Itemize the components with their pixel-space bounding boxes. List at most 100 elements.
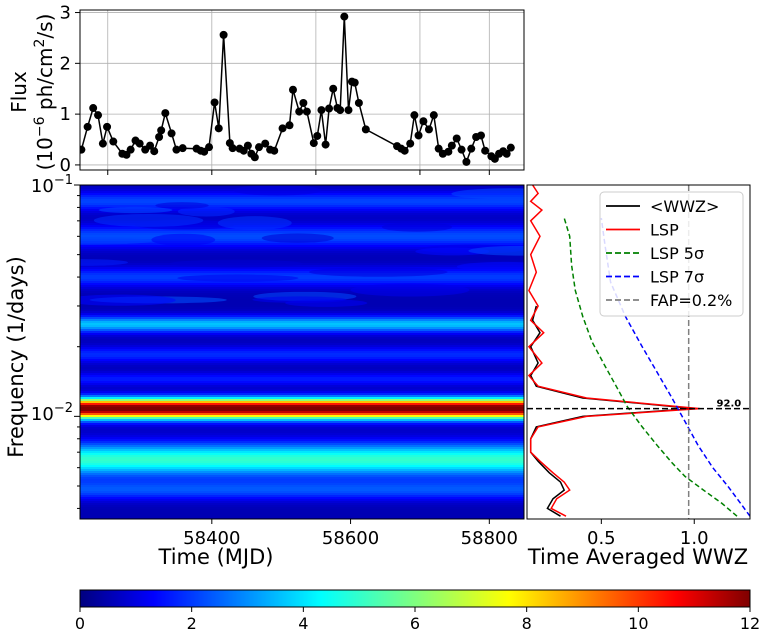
lightcurve-point: [80, 145, 86, 154]
lightcurve-point: [414, 131, 423, 140]
lightcurve-point: [344, 106, 353, 115]
lightcurve-point: [467, 144, 476, 153]
lightcurve-ytick-label-1: 1: [60, 104, 71, 125]
heatmap-texture-blob: [93, 213, 204, 227]
heatmap-texture-blob: [451, 188, 524, 200]
lightcurve-point: [94, 111, 103, 120]
peak-annotation: 92.0: [717, 399, 742, 410]
lightcurve-point: [361, 125, 370, 134]
lightcurve-point: [295, 107, 304, 116]
lightcurve-point: [317, 106, 326, 115]
lightcurve-point: [321, 140, 330, 149]
colorbar-tick-label-0: 0: [75, 614, 85, 633]
legend-label-1: LSP: [650, 221, 679, 240]
lightcurve-point: [447, 141, 456, 150]
colorbar-tick-label-4: 8: [522, 614, 532, 633]
heatmap-texture-blob: [98, 206, 173, 214]
colorbar-gradient: [79, 589, 751, 608]
lightcurve-point: [103, 122, 112, 131]
heatmap-texture-blob: [456, 261, 524, 272]
wwz-xlabel: Time (MJD): [158, 545, 274, 569]
lightcurve-point: [309, 139, 318, 148]
lightcurve-point: [214, 124, 223, 133]
lightcurve-point: [350, 78, 359, 87]
heatmap-texture-blob: [381, 222, 453, 232]
heatmap-texture-blob: [252, 296, 347, 303]
lightcurve-point: [126, 145, 135, 154]
heatmap-texture-blob: [261, 233, 334, 243]
lightcurve-point: [150, 147, 159, 156]
heatmap-texture-blob: [151, 233, 216, 246]
lightcurve-point: [270, 146, 279, 155]
lightcurve-ylabel-line2: (10−6 ph/cm2/s): [32, 14, 57, 171]
lightcurve-ytick-label-3: 3: [60, 3, 71, 24]
heatmap-texture-blob: [217, 216, 292, 230]
lightcurve-point: [400, 146, 409, 155]
figure: 0123 Flux (10−6 ph/cm2/s) 58400 58600 5880…: [4, 3, 760, 633]
colorbar-tick-label-1: 2: [187, 614, 197, 633]
legend-label-0: <WWZ>: [650, 197, 719, 216]
lightcurve-point: [325, 104, 334, 113]
heatmap-texture-blob: [177, 274, 299, 282]
colorbar-tick-label-2: 4: [298, 614, 308, 633]
ytick-label-1e-2: 10−2: [31, 401, 73, 425]
lightcurve-point: [205, 143, 214, 152]
lightcurve-ytick-label-2: 2: [60, 53, 71, 74]
lightcurve-point: [329, 84, 338, 93]
heatmap-texture-blob: [233, 185, 322, 196]
time-averaged-xlabel: Time Averaged WWZ: [527, 545, 748, 569]
heatmap-texture-blob: [80, 259, 128, 266]
lightcurve-point: [178, 144, 187, 153]
lightcurve-point: [135, 139, 144, 148]
lightcurve-panel: 0123 Flux (10−6 ph/cm2/s): [7, 3, 525, 176]
heatmap-texture-blob: [308, 267, 448, 277]
heatmap-texture-blob: [80, 294, 176, 306]
lightcurve-point: [336, 106, 345, 115]
lightcurve-ylabel-line1: Flux: [7, 71, 31, 113]
lightcurve-point: [243, 141, 252, 150]
colorbar-tick-label-5: 10: [628, 614, 648, 633]
lightcurve-point: [219, 30, 228, 39]
lightcurve-point: [476, 131, 485, 140]
heatmap-texture-blob: [155, 202, 209, 209]
ytick-label-1e-1: 10−1: [31, 173, 73, 197]
wwz-heatmap-panel: 58400 58600 58800 Time (MJD) Frequency (1/…: [4, 173, 525, 569]
heatmap-texture-blob: [468, 245, 524, 256]
colorbar-ticks: 0 2 4 6 8 10 12: [75, 607, 760, 633]
lightcurve-point: [157, 126, 166, 135]
lightcurve-point: [278, 124, 287, 133]
lightcurve-points: [80, 12, 515, 166]
heatmap-texture-blob: [350, 283, 470, 297]
lightcurve-point: [83, 122, 92, 131]
time-averaged-panel: 92.0 0.5 1.0 Time Averaged WWZ <WWZ>LSPLS…: [526, 184, 751, 569]
lightcurve-point: [354, 98, 363, 107]
lightcurve-point: [250, 153, 259, 162]
colorbar-tick-label-3: 6: [410, 614, 420, 633]
lightcurve-point: [228, 144, 237, 153]
heatmap-xtick-label-2: 58800: [461, 528, 518, 549]
lightcurve-point: [313, 131, 322, 140]
lightcurve-point: [302, 107, 311, 116]
colorbar-tick-label-6: 12: [740, 614, 760, 633]
lightcurve-point: [89, 104, 98, 113]
wwz-ylabel: Frequency (1/days): [4, 256, 28, 458]
lightcurve-point: [299, 98, 308, 107]
lightcurve-point: [210, 98, 219, 107]
legend-label-3: LSP 7σ: [650, 268, 704, 287]
lightcurve-point: [424, 125, 433, 134]
lightcurve-point: [457, 145, 466, 154]
colorbar: 0 2 4 6 8 10 12: [75, 589, 760, 633]
lightcurve-point: [429, 111, 438, 120]
lightcurve-point: [98, 139, 107, 148]
lightcurve-point: [285, 121, 294, 130]
lightcurve-point: [410, 111, 419, 120]
lightcurve-point: [406, 139, 415, 148]
lightcurve-point: [452, 134, 461, 143]
lightcurve-point: [506, 143, 515, 152]
legend: <WWZ> LSP LSP 5σ LSP 7σ FAP=0.2%: [599, 191, 744, 317]
lightcurve-point: [109, 137, 118, 146]
legend-label-2: LSP 5σ: [650, 244, 704, 263]
legend-label-4: FAP=0.2%: [650, 291, 732, 310]
lightcurve-point: [419, 117, 428, 126]
lightcurve-point: [167, 129, 176, 138]
